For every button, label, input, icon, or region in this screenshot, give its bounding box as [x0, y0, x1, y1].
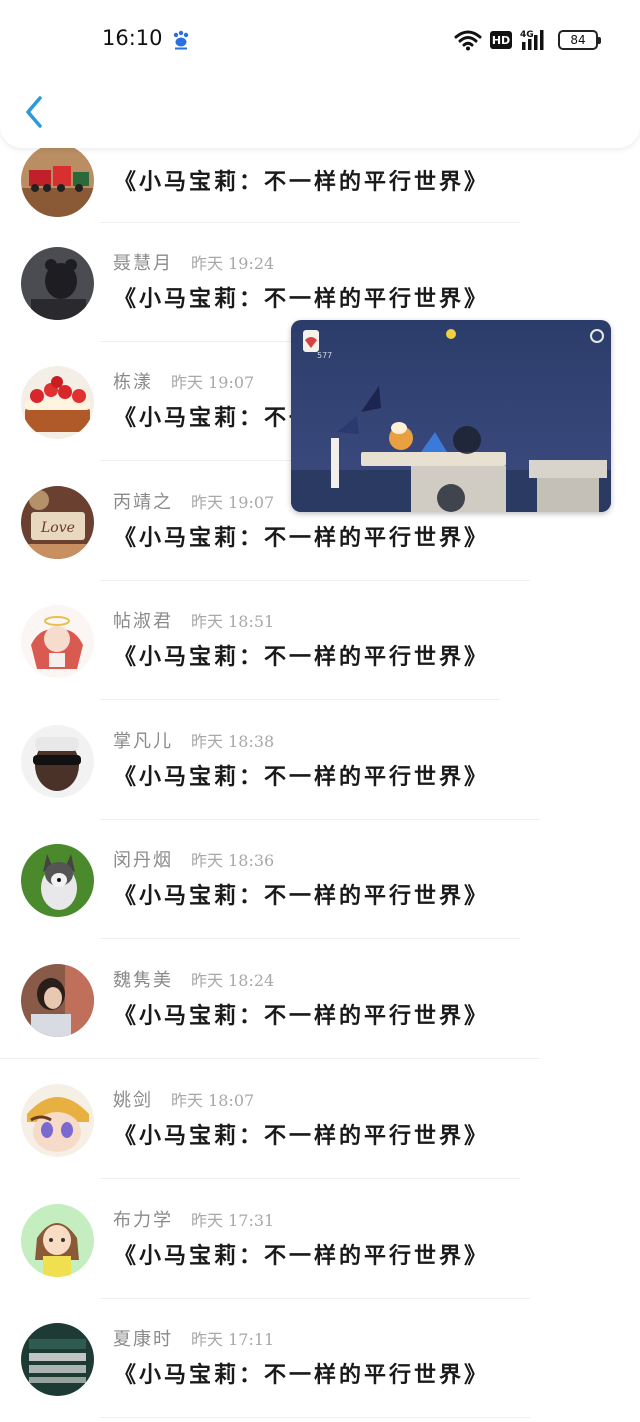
avatar[interactable] — [21, 247, 94, 320]
item-title: 《小马宝莉：不一样的平行世界》 — [114, 883, 490, 909]
divider — [0, 1058, 540, 1059]
item-meta: 栋漾 昨天 19:07 — [113, 368, 254, 394]
avatar[interactable] — [21, 964, 94, 1037]
list-item[interactable]: 闵丹烟 昨天 18:36 《小马宝莉：不一样的平行世界》 — [0, 820, 640, 939]
list-item[interactable]: 帖淑君 昨天 18:51 《小马宝莉：不一样的平行世界》 — [0, 581, 640, 700]
baidu-paw-icon — [173, 30, 189, 50]
post-time: 昨天 18:38 — [191, 732, 275, 751]
battery-icon: 84 — [558, 30, 601, 50]
avatar[interactable] — [21, 605, 94, 678]
user-name: 丙靖之 — [113, 492, 173, 513]
item-title: 《小马宝莉：不一样的平行世界》 — [114, 764, 490, 790]
divider — [100, 1178, 520, 1179]
video-frame: 577 — [291, 320, 611, 512]
item-title: 《小马宝莉：不一样的平行世界》 — [114, 286, 490, 312]
item-title: 《小马宝莉：不一样的平行世界》 — [114, 1123, 490, 1149]
avatar[interactable] — [21, 1084, 94, 1157]
avatar[interactable] — [21, 1204, 94, 1277]
item-title: 《小马宝莉：不一样的平行世界》 — [114, 1243, 490, 1269]
item-title: 《小马宝莉：不一样的平行世界》 — [114, 644, 490, 670]
post-time: 昨天 18:07 — [171, 1091, 255, 1110]
item-title: 《小马宝莉：不一样的平行世界》 — [114, 525, 490, 551]
item-meta: 夏康时 昨天 17:11 — [113, 1325, 274, 1351]
wifi-icon — [454, 30, 482, 51]
user-name: 栋漾 — [113, 372, 153, 393]
item-meta: 闵丹烟 昨天 18:36 — [113, 846, 274, 872]
item-title: 《小马宝莉：不一样的平行世界》 — [114, 1003, 490, 1029]
user-name: 帖淑君 — [113, 611, 173, 632]
floating-video-window[interactable]: 577 — [291, 320, 611, 512]
item-meta: 魏隽美 昨天 18:24 — [113, 966, 274, 992]
item-meta: 帖淑君 昨天 18:51 — [113, 607, 274, 633]
avatar[interactable] — [21, 844, 94, 917]
divider — [100, 699, 500, 700]
post-time: 昨天 19:07 — [191, 493, 275, 512]
list-item[interactable]: 魏隽美 昨天 18:24 《小马宝莉：不一样的平行世界》 — [0, 940, 640, 1059]
back-button[interactable] — [20, 94, 50, 130]
item-meta: 布力学 昨天 17:31 — [113, 1206, 274, 1232]
item-title: 《小马宝莉：不一样的平行世界》 — [114, 1362, 490, 1388]
list-item[interactable]: 夏康时 昨天 17:11 《小马宝莉：不一样的平行世界》 — [0, 1299, 640, 1418]
item-meta: 丙靖之 昨天 19:07 — [113, 488, 274, 514]
post-time: 昨天 17:11 — [191, 1330, 275, 1349]
avatar[interactable] — [21, 1323, 94, 1396]
avatar[interactable] — [21, 144, 94, 217]
avatar[interactable] — [21, 725, 94, 798]
item-meta: 姚剑 昨天 18:07 — [113, 1086, 254, 1112]
user-name: 布力学 — [113, 1210, 173, 1231]
list-item[interactable]: 姚剑 昨天 18:07 《小马宝莉：不一样的平行世界》 — [0, 1060, 640, 1179]
user-name: 闵丹烟 — [113, 850, 173, 871]
list-item[interactable]: 布力学 昨天 17:31 《小马宝莉：不一样的平行世界》 — [0, 1180, 640, 1299]
network-type: 4G — [520, 30, 534, 40]
avatar[interactable] — [21, 366, 94, 439]
item-title: 《小马宝莉：不一样的平行世界》 — [114, 169, 490, 195]
post-time: 昨天 18:24 — [191, 971, 275, 990]
hd-icon: HD — [490, 31, 512, 49]
svg-text:Love: Love — [40, 520, 75, 536]
user-name: 聂慧月 — [113, 253, 173, 274]
user-name: 魏隽美 — [113, 970, 173, 991]
post-time: 昨天 19:07 — [171, 373, 255, 392]
user-name: 姚剑 — [113, 1090, 153, 1111]
divider — [100, 938, 520, 939]
top-bar: 16:10 HD 4G 84 — [0, 0, 640, 148]
post-time: 昨天 17:31 — [191, 1211, 275, 1230]
user-name: 夏康时 — [113, 1329, 173, 1350]
post-time: 昨天 18:36 — [191, 851, 275, 870]
post-time: 昨天 18:51 — [191, 612, 275, 631]
divider — [100, 1417, 530, 1418]
status-time: 16:10 — [102, 26, 163, 50]
post-time: 昨天 19:24 — [191, 254, 275, 273]
list-item[interactable]: 掌凡儿 昨天 18:38 《小马宝莉：不一样的平行世界》 — [0, 701, 640, 820]
pip-counter: 577 — [317, 351, 332, 360]
status-indicators: HD 4G 84 — [454, 27, 601, 53]
avatar[interactable]: Love — [21, 486, 94, 559]
signal-icon: 4G — [520, 30, 544, 50]
user-name: 掌凡儿 — [113, 731, 173, 752]
item-meta: 聂慧月 昨天 19:24 — [113, 249, 274, 275]
item-meta: 掌凡儿 昨天 18:38 — [113, 727, 274, 753]
